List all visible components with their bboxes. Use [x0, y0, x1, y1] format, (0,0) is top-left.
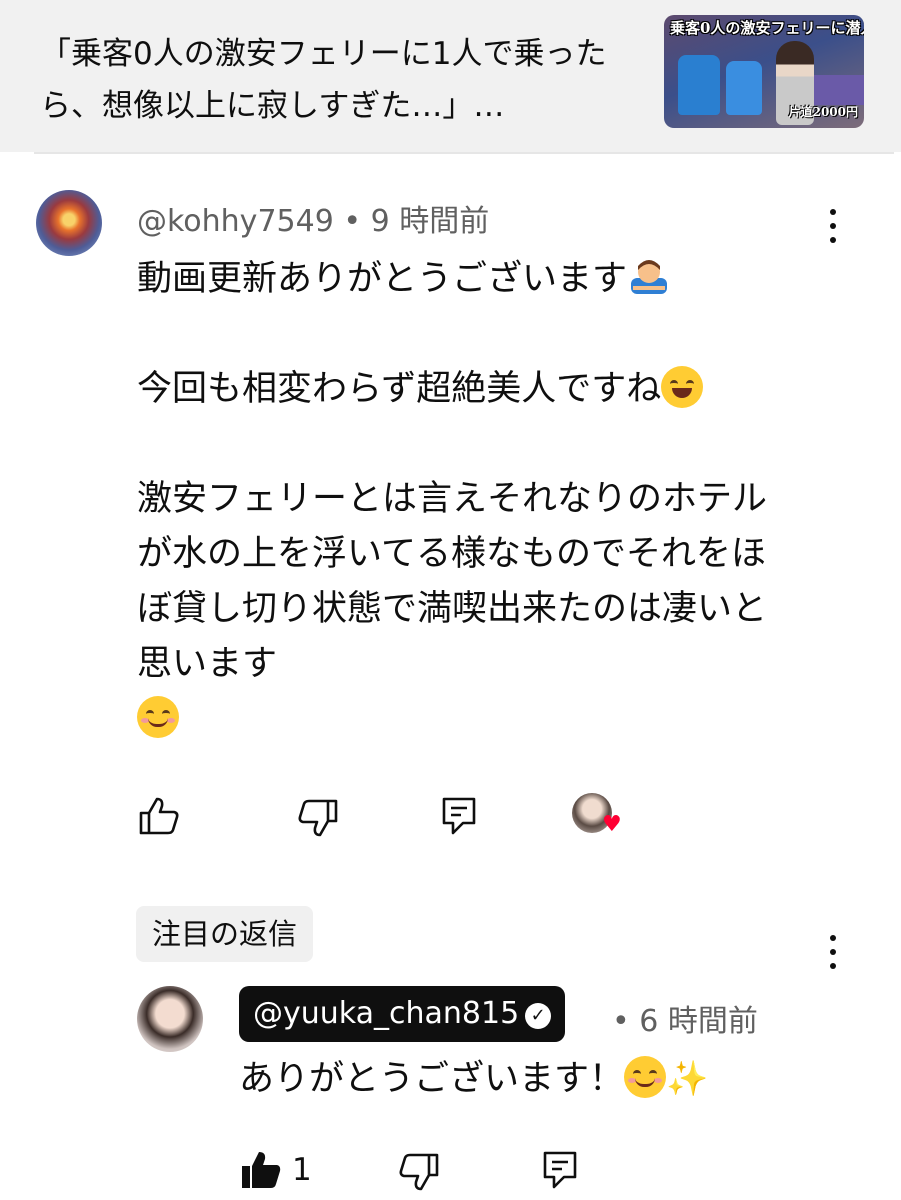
comment-author[interactable]: @kohhy7549 [137, 204, 334, 239]
thumbnail-seat [678, 55, 720, 115]
comment-line: 激安フェリーとは言えそれなりのホテルが水の上を浮いてる様なものでそれをほぼ貸し切… [137, 479, 768, 684]
more-vert-icon[interactable] [830, 935, 836, 969]
smiling-face-icon [137, 696, 179, 738]
comment-time: 9 時間前 [370, 204, 490, 239]
reply-icon[interactable] [542, 1150, 578, 1190]
reply-time: 6 時間前 [639, 1004, 758, 1039]
comment-text: 動画更新ありがとうございます 今回も相変わらず超絶美人ですね 激安フェリーとは言… [137, 252, 817, 747]
comment-line: 動画更新ありがとうございます [137, 259, 628, 299]
thumb-down-outline-icon[interactable] [398, 1152, 440, 1192]
divider [34, 152, 894, 154]
pinned-reply-chip: 注目の返信 [136, 906, 314, 962]
thumbnail-sofa [814, 75, 864, 105]
thumbnail-price: 片道2000円 [788, 105, 858, 119]
related-video-card[interactable]: 「乗客0人の激安フェリーに1人で乗ったら、想像以上に寂しすぎた…」… 乗客0人の… [0, 0, 901, 152]
reply-author: @yuuka_chan815 [253, 996, 520, 1031]
creator-heart-icon: ♥ [602, 812, 622, 837]
reply-line: ありがとうございます！ [239, 1059, 625, 1099]
thumb-up-outline-icon[interactable] [138, 796, 180, 836]
smiling-face-with-hearts-icon [624, 1056, 667, 1098]
meta-separator: • [343, 204, 362, 239]
reply-avatar[interactable] [137, 986, 203, 1052]
video-title[interactable]: 「乗客0人の激安フェリーに1人で乗ったら、想像以上に寂しすぎた…」… [40, 28, 640, 132]
grinning-face-icon [661, 366, 704, 408]
avatar[interactable] [36, 190, 102, 256]
reply-meta: • 6 時間前 [612, 996, 758, 1040]
reply-text: ありがとうございます！ ✨ [239, 1052, 708, 1107]
video-thumbnail[interactable]: 乗客0人の激安フェリーに潜入 片道2000円 [664, 15, 864, 128]
comment-line: 今回も相変わらず超絶美人ですね [137, 369, 662, 409]
thumb-down-outline-icon[interactable] [297, 798, 339, 838]
sparkles-icon: ✨ [666, 1059, 709, 1099]
bowing-person-icon [631, 260, 668, 294]
comment-meta: @kohhy7549 • 9 時間前 [137, 196, 489, 240]
thumbnail-seat [726, 61, 762, 115]
meta-separator: • [612, 1004, 630, 1039]
more-vert-icon[interactable] [830, 209, 836, 243]
thumb-up-filled-icon[interactable] [240, 1150, 282, 1190]
verified-check-icon: ✓ [525, 1003, 552, 1029]
thumbnail-title: 乗客0人の激安フェリーに潜入 [670, 19, 864, 37]
like-count: 1 [292, 1152, 312, 1188]
reply-icon[interactable] [441, 796, 477, 836]
creator-author-chip[interactable]: @yuuka_chan815 ✓ [239, 986, 566, 1042]
